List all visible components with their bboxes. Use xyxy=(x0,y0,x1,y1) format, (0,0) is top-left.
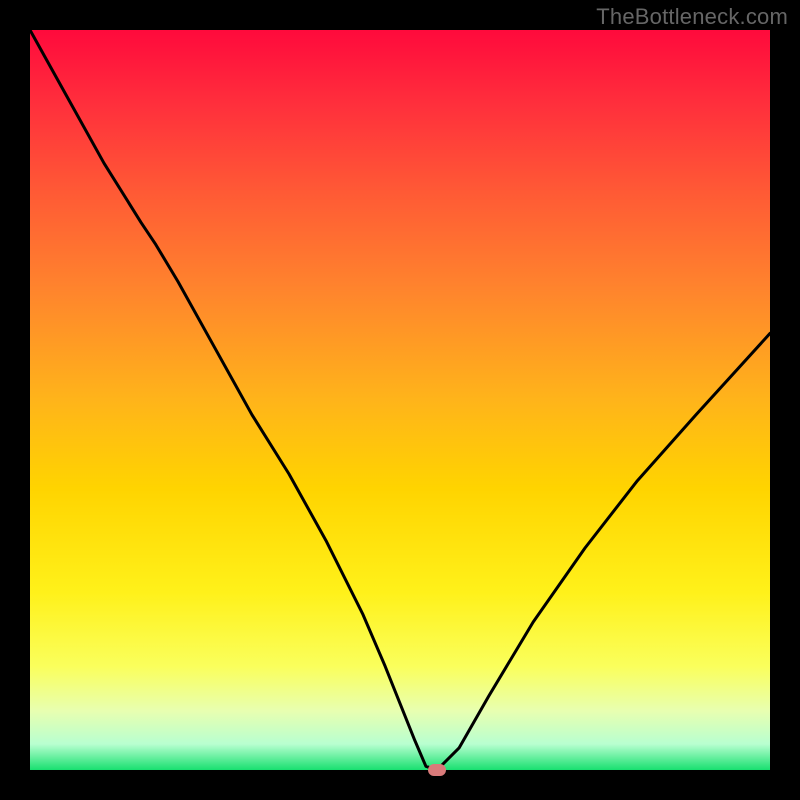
gradient-background xyxy=(30,30,770,770)
minimum-marker xyxy=(428,764,446,776)
bottleneck-plot xyxy=(30,30,770,770)
watermark-text: TheBottleneck.com xyxy=(596,4,788,30)
chart-frame: TheBottleneck.com xyxy=(0,0,800,800)
